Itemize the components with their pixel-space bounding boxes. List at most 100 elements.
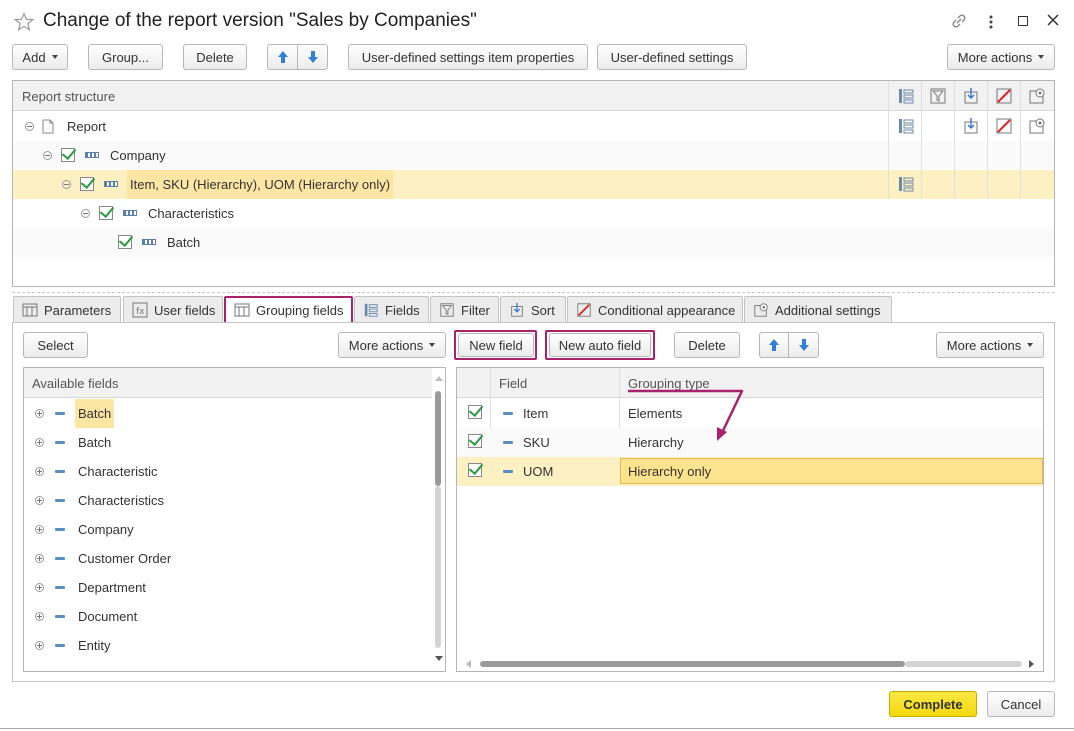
structure-row-report[interactable]: Report xyxy=(13,112,1054,141)
appearance-column-icon[interactable] xyxy=(995,87,1013,108)
splitter[interactable] xyxy=(12,292,1055,293)
settings-column-icon[interactable] xyxy=(1028,87,1046,108)
move-up-button[interactable] xyxy=(267,44,298,70)
tab-filter[interactable]: Filter xyxy=(430,296,499,323)
expand-icon[interactable] xyxy=(35,409,44,418)
more-menu-icon[interactable] xyxy=(988,14,994,33)
collapse-icon[interactable] xyxy=(43,151,52,160)
expand-icon[interactable] xyxy=(35,438,44,447)
structure-row-company[interactable]: Company xyxy=(13,141,1054,170)
list-item[interactable]: Batch xyxy=(24,399,433,428)
scroll-up-icon[interactable] xyxy=(435,375,443,381)
field-icon xyxy=(55,644,65,647)
tab-label: User fields xyxy=(154,302,216,318)
row-grouping-type[interactable]: Hierarchy only xyxy=(628,464,711,479)
item-properties-button[interactable]: User-defined settings item properties xyxy=(348,44,588,70)
add-button[interactable]: Add xyxy=(12,44,68,70)
footer-divider xyxy=(0,728,1074,729)
scrollbar-thumb[interactable] xyxy=(480,661,905,667)
tab-sort[interactable]: Sort xyxy=(500,296,566,323)
tab-label: Conditional appearance xyxy=(598,302,736,318)
collapse-icon[interactable] xyxy=(81,209,90,218)
expand-icon[interactable] xyxy=(35,583,44,592)
tab-grouping-fields[interactable]: Grouping fields xyxy=(224,296,353,324)
expand-icon[interactable] xyxy=(35,525,44,534)
vertical-scrollbar[interactable] xyxy=(432,368,445,671)
collapse-icon[interactable] xyxy=(25,122,34,131)
fields-icon xyxy=(899,119,914,134)
filter-column-icon[interactable] xyxy=(929,87,947,108)
tab-parameters[interactable]: Parameters xyxy=(13,296,121,323)
structure-row-item-sku-uom[interactable]: Item, SKU (Hierarchy), UOM (Hierarchy on… xyxy=(13,170,1054,199)
list-item[interactable]: Characteristic xyxy=(24,457,433,486)
expand-icon[interactable] xyxy=(35,641,44,650)
select-button[interactable]: Select xyxy=(23,332,88,358)
grouping-icon xyxy=(142,239,156,245)
chevron-down-icon xyxy=(1027,343,1034,347)
scroll-right-icon[interactable] xyxy=(1029,660,1035,668)
expand-icon[interactable] xyxy=(35,612,44,621)
close-icon[interactable] xyxy=(1046,13,1060,30)
tab-fields[interactable]: Fields xyxy=(354,296,429,323)
list-item[interactable]: Department xyxy=(24,573,433,602)
tab-user-fields[interactable]: fx User fields xyxy=(123,296,223,323)
horizontal-scrollbar[interactable] xyxy=(457,657,1043,671)
link-icon[interactable] xyxy=(950,12,968,33)
user-settings-button[interactable]: User-defined settings xyxy=(597,44,747,70)
row-checkbox[interactable] xyxy=(468,463,482,477)
scroll-left-icon[interactable] xyxy=(465,660,471,668)
list-item[interactable]: Batch xyxy=(24,428,433,457)
expand-icon[interactable] xyxy=(35,467,44,476)
sort-column-icon[interactable] xyxy=(962,87,980,108)
tab-additional-settings[interactable]: Additional settings xyxy=(744,296,892,323)
list-item[interactable]: Entity xyxy=(24,631,433,660)
batch-checkbox[interactable] xyxy=(118,235,132,249)
fields-column-icon[interactable] xyxy=(897,87,915,108)
field-icon xyxy=(503,441,513,444)
list-item[interactable]: Company xyxy=(24,515,433,544)
appearance-icon xyxy=(996,118,1012,134)
item-sku-uom-checkbox[interactable] xyxy=(80,177,94,191)
scroll-down-icon[interactable] xyxy=(435,656,443,662)
table-row-selected[interactable]: UOM Hierarchy only xyxy=(457,457,1043,486)
tab-conditional-appearance[interactable]: Conditional appearance xyxy=(567,296,743,323)
list-item[interactable]: Customer Order xyxy=(24,544,433,573)
more-actions-label: More actions xyxy=(946,337,1022,353)
arrow-down-icon xyxy=(307,51,318,63)
table-row[interactable]: SKU Hierarchy xyxy=(457,428,1043,457)
list-item[interactable]: Characteristics xyxy=(24,486,433,515)
table-row[interactable]: Item Elements xyxy=(457,399,1043,428)
collapse-icon[interactable] xyxy=(62,180,71,189)
right-move-up-button[interactable] xyxy=(759,332,789,358)
right-move-down-button[interactable] xyxy=(788,332,819,358)
column-header-field[interactable]: Field xyxy=(499,376,527,391)
list-item[interactable]: Document xyxy=(24,602,433,631)
row-checkbox[interactable] xyxy=(468,405,482,419)
company-checkbox[interactable] xyxy=(61,148,75,162)
delete-button[interactable]: Delete xyxy=(183,44,247,70)
expand-icon[interactable] xyxy=(35,554,44,563)
scrollbar-thumb[interactable] xyxy=(435,391,441,486)
right-more-actions-button[interactable]: More actions xyxy=(936,332,1044,358)
move-down-button[interactable] xyxy=(297,44,328,70)
report-structure-panel: Report structure Report Company Item, SK… xyxy=(12,80,1055,287)
grouping-icon xyxy=(123,210,137,216)
characteristics-checkbox[interactable] xyxy=(99,206,113,220)
left-more-actions-button[interactable]: More actions xyxy=(338,332,446,358)
favorite-star-icon[interactable] xyxy=(13,11,35,35)
structure-row-batch[interactable]: Batch xyxy=(13,228,1054,257)
structure-row-label: Batch xyxy=(167,235,201,250)
complete-button[interactable]: Complete xyxy=(889,691,977,717)
right-delete-button[interactable]: Delete xyxy=(674,332,740,358)
maximize-icon[interactable] xyxy=(1018,16,1028,26)
list-item-label: Customer Order xyxy=(78,551,172,566)
structure-row-characteristics[interactable]: Characteristics xyxy=(13,199,1054,228)
list-item-label: Document xyxy=(78,609,138,624)
structure-row-label: Item, SKU (Hierarchy), UOM (Hierarchy on… xyxy=(127,170,394,199)
field-icon xyxy=(55,557,65,560)
cancel-button[interactable]: Cancel xyxy=(987,691,1055,717)
expand-icon[interactable] xyxy=(35,496,44,505)
more-actions-button[interactable]: More actions xyxy=(947,44,1055,70)
group-button[interactable]: Group... xyxy=(88,44,163,70)
row-checkbox[interactable] xyxy=(468,434,482,448)
